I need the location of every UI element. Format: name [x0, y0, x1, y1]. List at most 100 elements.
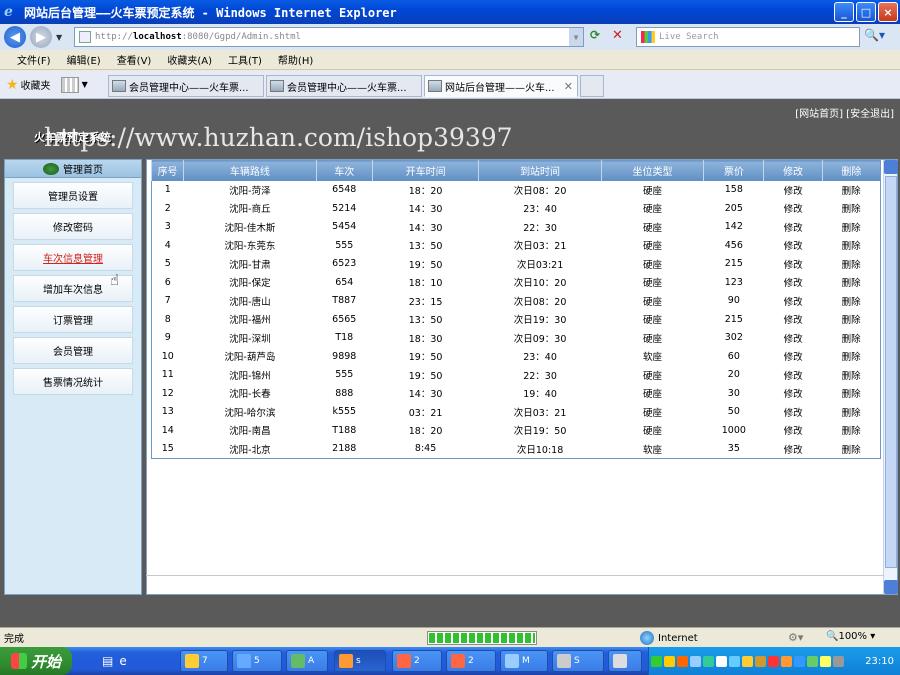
protected-mode-icon[interactable]: ⚙▾ [788, 631, 803, 644]
taskbar-button-keyboard[interactable] [608, 650, 642, 672]
search-input[interactable]: Live Search [636, 27, 860, 47]
menu-help[interactable]: 帮助(H) [275, 52, 316, 67]
cell-edit-link[interactable]: 修改 [764, 347, 822, 366]
refresh-icon[interactable]: ⟳ [590, 28, 608, 46]
cell-delete-link[interactable]: 删除 [822, 365, 881, 384]
sidebar-item-admin-settings[interactable]: 管理员设置 [13, 182, 133, 209]
security-zone[interactable]: Internet [640, 631, 698, 645]
address-dropdown-icon[interactable]: ▼ [569, 28, 583, 46]
back-button[interactable]: ◀ [4, 26, 26, 48]
cell-edit-link[interactable]: 修改 [764, 199, 822, 218]
maximize-button[interactable]: □ [856, 2, 876, 22]
tray-icon[interactable] [677, 655, 688, 667]
close-button[interactable]: × [878, 2, 898, 22]
cell-delete-link[interactable]: 删除 [822, 217, 881, 236]
tray-icon[interactable] [729, 655, 740, 667]
clock[interactable]: 23:10 [865, 656, 894, 667]
cell-delete-link[interactable]: 删除 [822, 254, 881, 273]
tray-icon[interactable] [794, 655, 805, 667]
cell-delete-link[interactable]: 删除 [822, 347, 880, 366]
forward-button[interactable]: ▶ [30, 26, 52, 48]
zoom-level[interactable]: 🔍100% ▾ [826, 631, 875, 642]
stop-icon[interactable]: ✕ [612, 28, 630, 46]
cell-delete-link[interactable]: 删除 [822, 273, 880, 292]
history-dropdown-icon[interactable]: ▼ [56, 33, 62, 42]
cell-route: 沈阳-商丘 [229, 204, 271, 216]
show-desktop-icon[interactable]: ▤ [102, 654, 113, 668]
minimize-button[interactable]: _ [834, 2, 854, 22]
cell-edit-link[interactable]: 修改 [763, 328, 823, 347]
cell-edit-link[interactable]: 修改 [763, 365, 823, 384]
sidebar-item-change-password[interactable]: 修改密码 [13, 213, 133, 240]
sidebar-item-bookings[interactable]: 订票管理 [13, 306, 133, 333]
taskbar-button-app-m[interactable]: M [500, 650, 548, 672]
menu-view[interactable]: 查看(V) [114, 52, 155, 67]
tray-icon[interactable] [703, 655, 714, 667]
tray-icon[interactable] [768, 655, 779, 667]
tab-close-icon[interactable]: ✕ [564, 80, 573, 93]
cell-edit-link[interactable]: 修改 [763, 217, 823, 236]
cell-delete-link[interactable]: 删除 [822, 310, 880, 329]
scroll-up-icon[interactable] [884, 160, 898, 174]
cell-delete-link[interactable]: 删除 [822, 180, 881, 199]
cell-edit-link[interactable]: 修改 [764, 273, 822, 292]
cell-delete-link[interactable]: 删除 [822, 291, 881, 310]
favorites-button[interactable]: ★ 收藏夹 [6, 77, 51, 93]
tray-icon[interactable] [781, 655, 792, 667]
start-button[interactable]: 开始 [0, 647, 72, 675]
tray-icon[interactable] [651, 655, 662, 667]
taskbar-button-qq-1[interactable]: 2 [392, 650, 442, 672]
cell-delete-link[interactable]: 删除 [822, 384, 880, 403]
taskbar-button-ie[interactable]: 5 [232, 650, 282, 672]
cell-delete-link[interactable]: 删除 [822, 421, 880, 440]
sidebar-header[interactable]: 管理首页 [5, 160, 141, 178]
tray-icon[interactable] [716, 655, 727, 667]
tray-icon[interactable] [690, 655, 701, 667]
scroll-down-icon[interactable] [884, 580, 898, 594]
tray-icon[interactable] [833, 655, 844, 667]
sidebar-item-members[interactable]: 会员管理 [13, 337, 133, 364]
tab-member-center-2[interactable]: 会员管理中心——火车票... [266, 75, 422, 97]
ie-quicklaunch-icon[interactable]: e [119, 654, 126, 668]
tray-icon[interactable] [664, 655, 675, 667]
cell-edit-link[interactable]: 修改 [764, 236, 822, 255]
cell-delete-link[interactable]: 删除 [822, 328, 881, 347]
menu-file[interactable]: 文件(F) [14, 52, 54, 67]
taskbar-button-app-s[interactable]: s [334, 650, 386, 672]
cell-edit-link[interactable]: 修改 [764, 310, 822, 329]
cell-edit-link[interactable]: 修改 [763, 291, 823, 310]
tray-icon[interactable] [742, 655, 753, 667]
tab-member-center-1[interactable]: 会员管理中心——火车票... [108, 75, 264, 97]
cell-delete-link[interactable]: 删除 [822, 236, 880, 255]
address-input[interactable]: http:// localhost :8080/Ggpd/Admin.shtml… [74, 27, 584, 47]
sidebar-item-train-info[interactable]: 车次信息管理 [13, 244, 133, 271]
tray-icon[interactable] [820, 655, 831, 667]
taskbar-button-app-a[interactable]: A [286, 650, 328, 672]
cell-edit-link[interactable]: 修改 [763, 439, 823, 458]
cell-edit-link[interactable]: 修改 [763, 402, 823, 421]
cell-delete-link[interactable]: 删除 [822, 439, 881, 458]
tab-list-dropdown-icon[interactable]: ▼ [82, 80, 88, 89]
cell-edit-link[interactable]: 修改 [763, 180, 823, 199]
cell-delete-link[interactable]: 删除 [822, 199, 880, 218]
cell-delete-link[interactable]: 删除 [822, 402, 881, 421]
tray-icon[interactable] [807, 655, 818, 667]
vertical-scrollbar[interactable] [883, 160, 898, 594]
cell-edit-link[interactable]: 修改 [764, 421, 822, 440]
scroll-thumb[interactable] [885, 176, 897, 568]
menu-edit[interactable]: 编辑(E) [64, 52, 104, 67]
taskbar-button-folder[interactable]: 7 [180, 650, 228, 672]
top-links[interactable]: [网站首页] [安全退出] [795, 105, 894, 120]
menu-favorites[interactable]: 收藏夹(A) [164, 52, 215, 67]
cell-edit-link[interactable]: 修改 [764, 384, 822, 403]
taskbar-button-qq-2[interactable]: 2 [446, 650, 496, 672]
menu-tools[interactable]: 工具(T) [225, 52, 265, 67]
tray-icon[interactable] [755, 655, 766, 667]
quick-tabs-icon[interactable] [60, 76, 79, 93]
search-icon[interactable]: 🔍▾ [864, 28, 896, 46]
cell-edit-link[interactable]: 修改 [763, 254, 823, 273]
sidebar-item-sales-stats[interactable]: 售票情况统计 [13, 368, 133, 395]
new-tab-button[interactable] [580, 75, 604, 97]
tab-admin[interactable]: 网站后台管理——火车... ✕ [424, 75, 578, 97]
taskbar-button-app-s2[interactable]: S [552, 650, 604, 672]
